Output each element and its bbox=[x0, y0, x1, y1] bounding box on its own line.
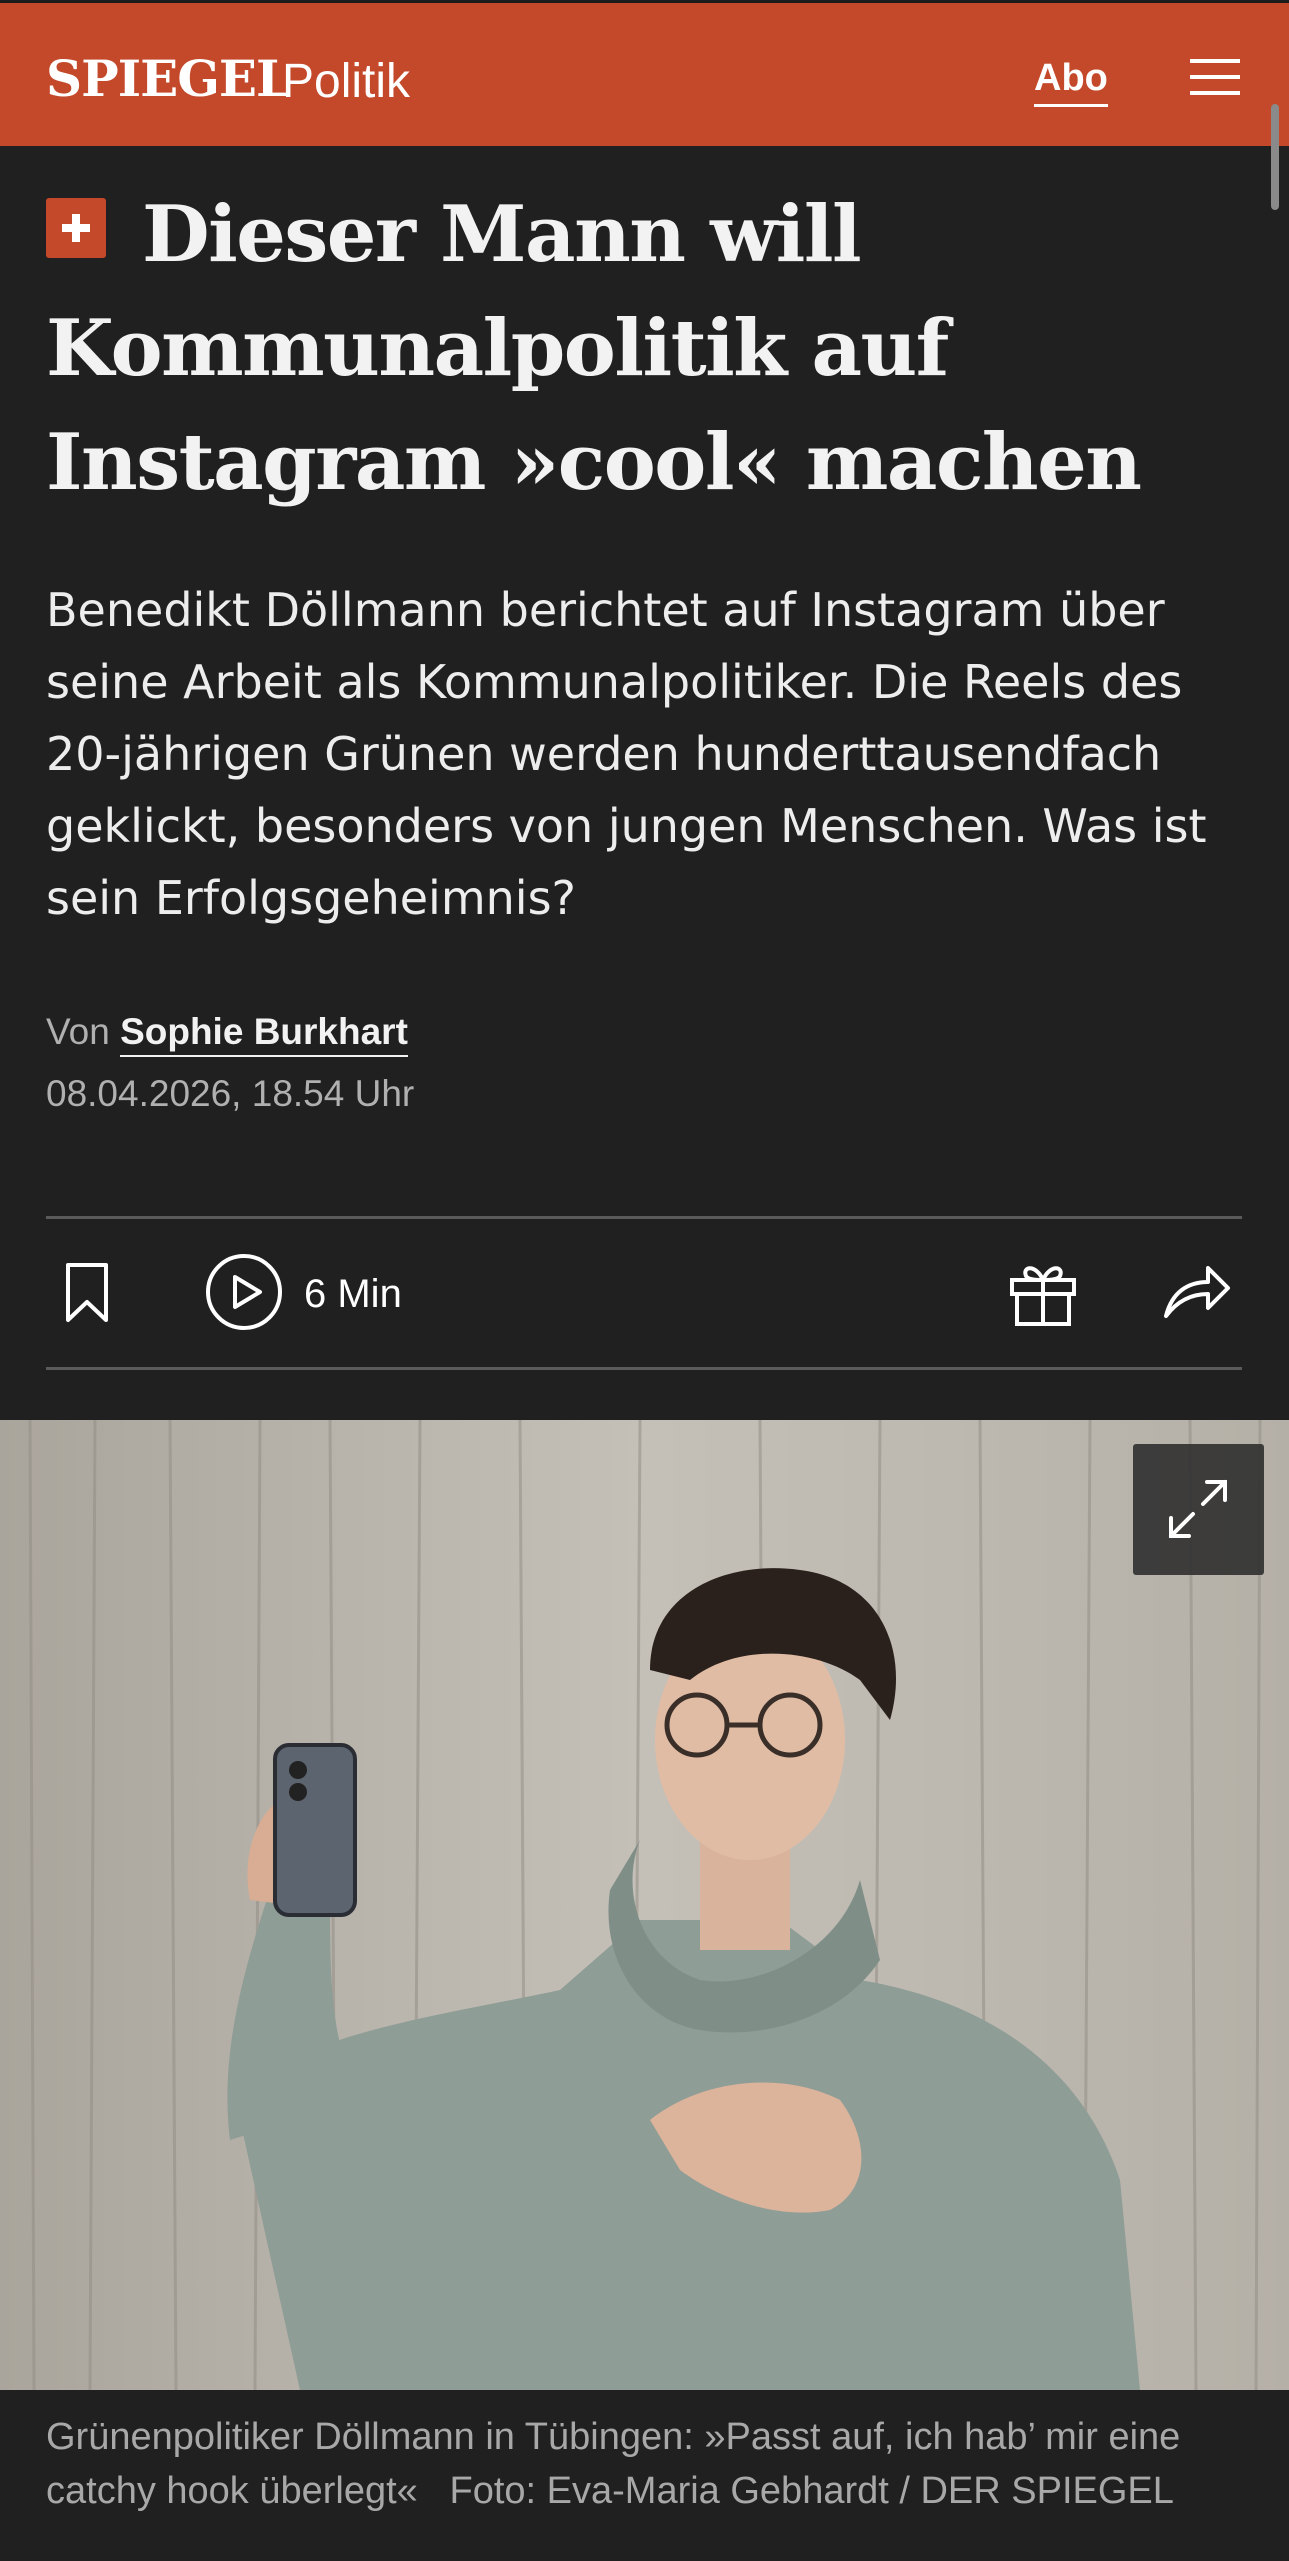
gift-icon[interactable] bbox=[1008, 1258, 1078, 1333]
divider bbox=[46, 1367, 1242, 1370]
play-circle-icon[interactable] bbox=[205, 1253, 283, 1336]
headline-text: Dieser Mann will Kommunalpolitik auf Ins… bbox=[46, 189, 1142, 508]
expand-icon[interactable] bbox=[1133, 1444, 1264, 1575]
bookmark-icon[interactable] bbox=[64, 1262, 110, 1329]
spiegel-logo[interactable]: SPIEGEL bbox=[46, 51, 291, 107]
photo-caption: Grünenpolitiker Döllmann in Tübingen: »P… bbox=[46, 2410, 1256, 2518]
publish-date: 08.04.2026, 18.54 Uhr bbox=[46, 1073, 415, 1114]
byline: Von Sophie Burkhart bbox=[46, 1004, 408, 1060]
site-header: SPIEGEL Politik Abo bbox=[0, 0, 1289, 146]
photo-credit: Foto: Eva-Maria Gebhardt / DER SPIEGEL bbox=[449, 2470, 1174, 2512]
divider bbox=[46, 1216, 1242, 1219]
article-headline: Dieser Mann will Kommunalpolitik auf Ins… bbox=[46, 178, 1246, 520]
article-teaser: Benedikt Döllmann berichtet auf Instagra… bbox=[46, 583, 1207, 925]
hamburger-menu-icon[interactable] bbox=[1190, 57, 1240, 97]
read-time: 6 Min bbox=[304, 1272, 402, 1316]
byline-prefix: Von bbox=[46, 1011, 110, 1052]
article-photo[interactable] bbox=[0, 1420, 1289, 2390]
abo-link[interactable]: Abo bbox=[1034, 54, 1108, 107]
author-link[interactable]: Sophie Burkhart bbox=[120, 1011, 408, 1057]
scrollbar[interactable] bbox=[1271, 104, 1279, 210]
share-arrow-icon[interactable] bbox=[1162, 1260, 1232, 1325]
section-name[interactable]: Politik bbox=[282, 54, 410, 110]
